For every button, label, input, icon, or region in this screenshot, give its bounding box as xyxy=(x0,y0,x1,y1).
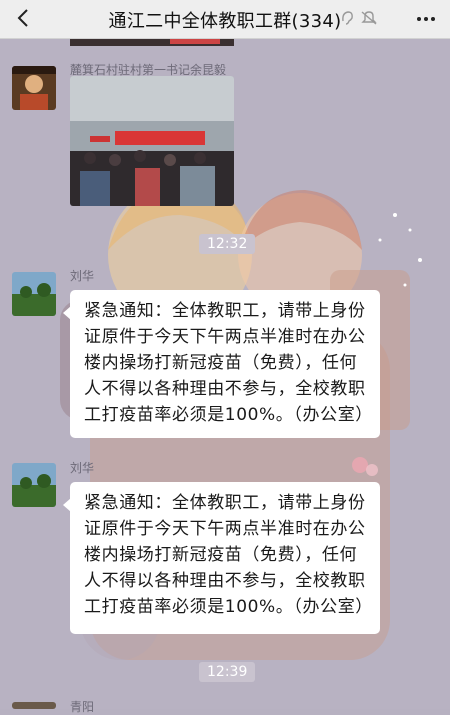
bell-muted-icon xyxy=(361,11,377,25)
avatar[interactable] xyxy=(12,702,56,709)
avatar[interactable] xyxy=(12,66,56,110)
avatar[interactable] xyxy=(12,272,56,316)
chat-header: 通江二中全体教职工群(334) xyxy=(0,0,450,39)
more-icon[interactable] xyxy=(416,10,436,28)
message-bubble[interactable]: 紧急通知：全体教职工，请带上身份证原件于今天下午两点半准时在办公楼内操场打新冠疫… xyxy=(63,482,380,634)
sender-name: 刘华 xyxy=(70,269,95,283)
sender-name: 青阳 xyxy=(70,700,95,714)
timestamp: 12:32 xyxy=(199,234,256,254)
timestamp: 12:39 xyxy=(199,662,256,682)
image-message[interactable] xyxy=(70,76,234,206)
title-status-icons xyxy=(342,11,377,25)
crowd-photo xyxy=(70,76,234,206)
chat-title: 通江二中全体教职工群(334) xyxy=(108,11,342,32)
sender-name: 刘华 xyxy=(70,461,95,475)
previous-image-fragment[interactable] xyxy=(70,38,234,46)
avatar[interactable] xyxy=(12,463,56,507)
ear-icon xyxy=(342,11,353,25)
message-bubble[interactable]: 紧急通知：全体教职工，请带上身份证原件于今天下午两点半准时在办公楼内操场打新冠疫… xyxy=(63,290,380,438)
